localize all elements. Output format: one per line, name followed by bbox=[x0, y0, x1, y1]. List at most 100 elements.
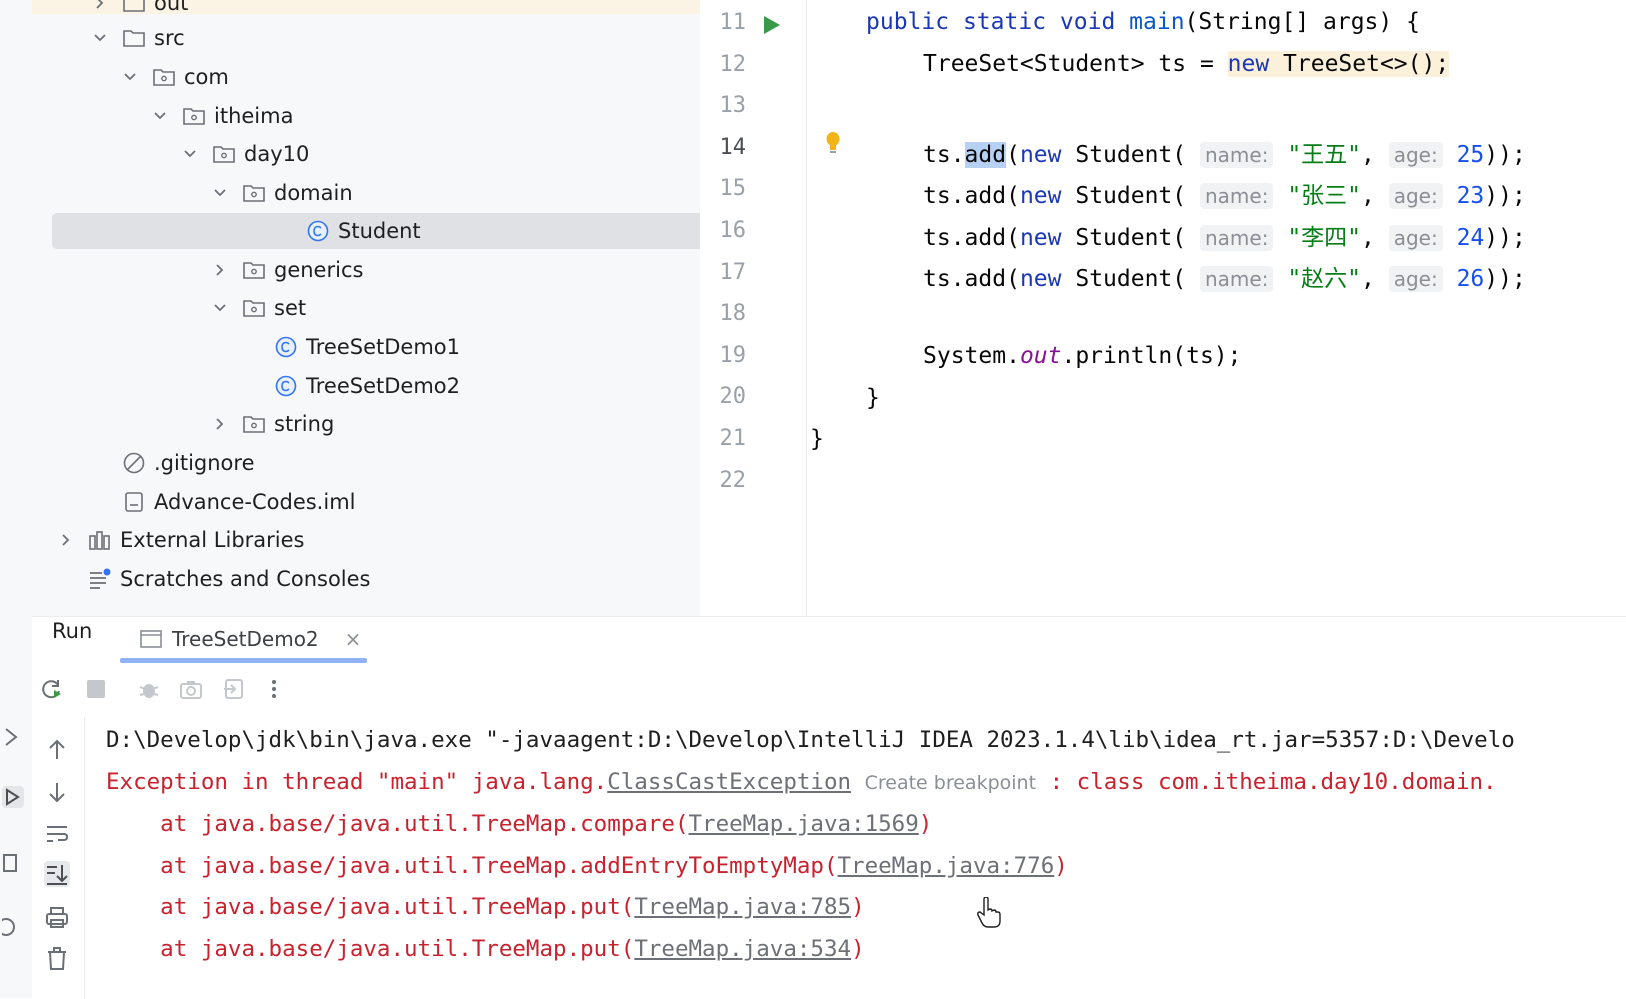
code-line-19: System.out.println(ts); bbox=[923, 343, 1242, 369]
age-value: 26 bbox=[1456, 266, 1485, 292]
up-arrow-icon[interactable] bbox=[44, 737, 70, 763]
chevron-down-icon[interactable] bbox=[150, 106, 170, 126]
add-method: add bbox=[964, 183, 1007, 209]
source-link[interactable]: TreeMap.java:785 bbox=[634, 894, 851, 920]
tree-item-label: src bbox=[154, 26, 185, 50]
run-tab-treesetdemo2[interactable]: TreeSetDemo2 × bbox=[140, 617, 372, 661]
close-paren: ) bbox=[918, 811, 933, 837]
down-arrow-icon[interactable] bbox=[44, 779, 70, 805]
print-icon[interactable] bbox=[44, 905, 70, 931]
stack-frame-text: at java.base/java.util.TreeMap.addEntryT… bbox=[106, 852, 838, 879]
package-icon bbox=[242, 181, 266, 205]
chevron-right-icon[interactable] bbox=[210, 414, 230, 434]
line-number: 13 bbox=[719, 93, 747, 119]
line-number: 14 bbox=[719, 134, 747, 160]
soft-wrap-icon[interactable] bbox=[44, 821, 70, 847]
close-paren: ) bbox=[1054, 852, 1068, 879]
tree-item-out[interactable]: out bbox=[90, 0, 188, 21]
line-number: 21 bbox=[719, 426, 747, 451]
source-link[interactable]: TreeMap.java:534 bbox=[634, 936, 851, 962]
debug-icon[interactable] bbox=[137, 677, 161, 701]
chevron-down-icon[interactable] bbox=[90, 28, 110, 48]
open-paren: ( bbox=[1006, 183, 1020, 209]
console-command-line: D:\Develop\jdk\bin\java.exe "-javaagent:… bbox=[106, 727, 1515, 753]
chevron-right-icon[interactable] bbox=[90, 0, 110, 13]
ts-ref: ts. bbox=[923, 183, 965, 209]
tree-item-gitignore[interactable]: .gitignore bbox=[90, 445, 255, 481]
tree-item-src[interactable]: src bbox=[90, 20, 185, 56]
project-tool-window: out src com itheima day10 domain Student generi… bbox=[32, 0, 700, 616]
student-ctor: Student( bbox=[1061, 142, 1200, 168]
tree-item-generics[interactable]: generics bbox=[210, 252, 363, 288]
run-main-gutter-icon[interactable] bbox=[762, 14, 782, 36]
tree-item-set[interactable]: set bbox=[210, 290, 306, 326]
stop-icon[interactable] bbox=[84, 677, 108, 701]
tree-item-label: out bbox=[154, 0, 189, 15]
active-tab-underline bbox=[120, 658, 367, 663]
line-number: 19 bbox=[719, 342, 747, 368]
code-editor[interactable]: 11 12 13 14 15 16 17 18 19 20 21 22 public static v… bbox=[700, 0, 1626, 616]
problems-icon[interactable] bbox=[0, 916, 24, 938]
code-line-14: ts.add(new Student( name: "王五", age: 25)… bbox=[923, 135, 1526, 169]
trash-icon[interactable] bbox=[44, 945, 70, 971]
tree-item-label: TreeSetDemo1 bbox=[306, 335, 460, 359]
package-icon bbox=[212, 142, 236, 166]
tree-item-advance-codes-iml[interactable]: Advance-Codes.iml bbox=[90, 484, 355, 520]
tree-item-string[interactable]: string bbox=[210, 406, 334, 442]
tree-item-day10[interactable]: day10 bbox=[180, 136, 309, 172]
name-param-hint: name: bbox=[1199, 183, 1274, 209]
comma: , bbox=[1361, 142, 1389, 168]
close-tab-icon[interactable]: × bbox=[345, 627, 362, 651]
line-number: 15 bbox=[719, 176, 747, 202]
chevron-down-icon[interactable] bbox=[210, 298, 230, 318]
services-icon[interactable] bbox=[2, 726, 24, 748]
terminal-icon[interactable] bbox=[2, 852, 24, 874]
tree-item-student[interactable]: Student bbox=[52, 213, 700, 249]
method-name: main bbox=[1129, 9, 1185, 35]
chevron-down-icon[interactable] bbox=[180, 144, 200, 164]
name-value: "王五" bbox=[1287, 142, 1362, 168]
chevron-down-icon[interactable] bbox=[210, 183, 230, 203]
chevron-right-icon[interactable] bbox=[210, 260, 230, 280]
code-line-15: ts.add(new Student( name: "张三", age: 23)… bbox=[923, 176, 1526, 210]
chevron-right-icon[interactable] bbox=[56, 530, 76, 550]
camera-icon[interactable] bbox=[179, 677, 203, 701]
module-file-icon bbox=[122, 490, 146, 514]
tree-item-domain[interactable]: domain bbox=[210, 175, 353, 211]
more-options-icon[interactable] bbox=[262, 677, 286, 701]
line-number: 12 bbox=[719, 51, 747, 77]
lightbulb-icon[interactable] bbox=[824, 131, 842, 157]
age-param-hint: age: bbox=[1388, 183, 1443, 209]
exit-icon[interactable] bbox=[222, 677, 246, 701]
code-line-11: public static void main(String[] args) { bbox=[866, 9, 1420, 35]
comma: , bbox=[1361, 225, 1389, 251]
close-parens: )); bbox=[1484, 266, 1526, 292]
tree-item-scratches-and-consoles[interactable]: Scratches and Consoles bbox=[56, 561, 371, 597]
console-tab-icon bbox=[140, 629, 162, 649]
tree-item-com[interactable]: com bbox=[120, 59, 229, 95]
scroll-to-end-icon[interactable] bbox=[44, 861, 70, 887]
student-ctor: Student( bbox=[1061, 225, 1200, 251]
tree-item-label: string bbox=[274, 412, 335, 436]
tree-item-label: day10 bbox=[244, 142, 310, 166]
tree-item-treesetdemo2[interactable]: TreeSetDemo2 bbox=[242, 368, 460, 404]
console-output[interactable]: D:\Develop\jdk\bin\java.exe "-javaagent:… bbox=[106, 719, 1626, 999]
exception-prefix: Exception in thread "main" java.lang. bbox=[106, 769, 608, 795]
folder-icon bbox=[122, 26, 146, 50]
close-parens: )); bbox=[1484, 142, 1526, 168]
tree-item-label: set bbox=[274, 296, 307, 320]
create-breakpoint-hint[interactable]: Create breakpoint bbox=[865, 772, 1036, 794]
close-paren: ) bbox=[851, 894, 865, 921]
tree-item-treesetdemo1[interactable]: TreeSetDemo1 bbox=[242, 329, 460, 365]
age-value: 25 bbox=[1456, 142, 1485, 168]
tree-item-itheima[interactable]: itheima bbox=[150, 98, 293, 134]
chevron-down-icon[interactable] bbox=[120, 67, 140, 87]
source-link[interactable]: TreeMap.java:1569 bbox=[688, 811, 918, 837]
package-icon bbox=[242, 258, 266, 282]
run-tool-icon[interactable] bbox=[2, 786, 24, 808]
source-link[interactable]: TreeMap.java:776 bbox=[838, 853, 1055, 879]
classcastexception-link[interactable]: ClassCastException bbox=[607, 769, 851, 795]
rerun-icon[interactable] bbox=[40, 677, 64, 701]
kw-new: new bbox=[1019, 142, 1062, 168]
tree-item-external-libraries[interactable]: External Libraries bbox=[56, 522, 305, 558]
